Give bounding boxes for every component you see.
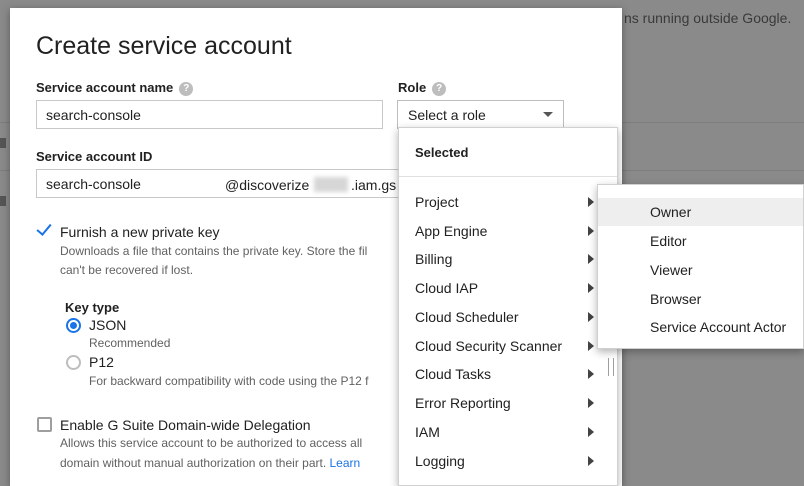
chevron-right-icon [588,398,594,408]
menu-item-billing[interactable]: Billing [399,245,604,273]
service-account-name-input[interactable] [36,100,383,129]
redacted-text [314,177,348,192]
private-key-checkbox[interactable] [36,220,53,239]
gsuite-delegation-desc: domain without manual authorization on t… [60,456,361,470]
service-account-id-domain: @discoverize [225,177,310,193]
private-key-desc: Downloads a file that contains the priva… [60,244,368,258]
help-icon[interactable]: ? [432,81,447,96]
role-select-value: Select a role [408,107,486,123]
check-icon [36,220,52,236]
json-radio[interactable] [66,318,81,333]
submenu-item-service-account-actor[interactable]: Service Account Actor [598,313,803,341]
gsuite-delegation-desc: Allows this service account to be author… [60,436,363,450]
chevron-down-icon [543,112,553,117]
menu-item-error-reporting[interactable]: Error Reporting [399,389,604,417]
project-roles-submenu: Owner Editor Viewer Browser Service Acco… [597,184,804,349]
menu-item-cloud-tasks[interactable]: Cloud Tasks [399,360,604,388]
submenu-item-owner[interactable]: Owner [598,198,803,226]
private-key-desc: can't be recovered if lost. [60,263,194,277]
chevron-right-icon [588,226,594,236]
submenu-item-browser[interactable]: Browser [598,285,803,313]
chevron-right-icon [588,254,594,264]
key-type-label: Key type [65,300,120,315]
chevron-right-icon [588,197,594,207]
menu-scrollbar[interactable] [608,358,614,376]
chevron-right-icon [588,369,594,379]
chevron-right-icon [588,283,594,293]
role-dropdown-menu: Selected Project App Engine Billing Clou… [398,127,618,486]
menu-item-project[interactable]: Project [399,188,604,216]
background-text: ns running outside Google. [624,10,792,26]
p12-radio[interactable] [66,355,81,370]
chevron-right-icon [588,427,594,437]
p12-label: P12 [89,354,114,370]
menu-item-cloud-iap[interactable]: Cloud IAP [399,274,604,302]
private-key-label: Furnish a new private key [60,224,220,240]
json-desc: Recommended [89,336,171,350]
chevron-right-icon [588,456,594,466]
submenu-item-editor[interactable]: Editor [598,227,803,255]
chevron-right-icon [588,341,594,351]
menu-section-selected: Selected [415,145,469,160]
menu-item-iam[interactable]: IAM [399,418,604,446]
service-account-id-label: Service account ID [36,149,153,164]
json-label: JSON [89,317,127,333]
help-icon[interactable]: ? [179,81,194,96]
service-account-name-label: Service account name? [36,80,194,96]
gsuite-delegation-checkbox[interactable] [37,417,52,432]
submenu-item-viewer[interactable]: Viewer [598,256,803,284]
role-label: Role? [398,80,447,96]
service-account-id-domain-suffix: .iam.gs [351,177,397,193]
p12-desc: For backward compatibility with code usi… [89,374,369,388]
background-mark [0,138,6,148]
role-select[interactable]: Select a role [397,100,564,129]
background-mark [0,196,6,206]
chevron-right-icon [588,312,594,322]
menu-item-cloud-security-scanner[interactable]: Cloud Security Scanner [399,332,604,360]
gsuite-delegation-label: Enable G Suite Domain-wide Delegation [60,417,311,433]
menu-item-logging[interactable]: Logging [399,447,604,475]
learn-more-link[interactable]: Learn [330,456,361,470]
menu-divider [399,176,617,177]
menu-item-cloud-scheduler[interactable]: Cloud Scheduler [399,303,604,331]
menu-item-app-engine[interactable]: App Engine [399,217,604,245]
dialog-title: Create service account [36,32,292,60]
